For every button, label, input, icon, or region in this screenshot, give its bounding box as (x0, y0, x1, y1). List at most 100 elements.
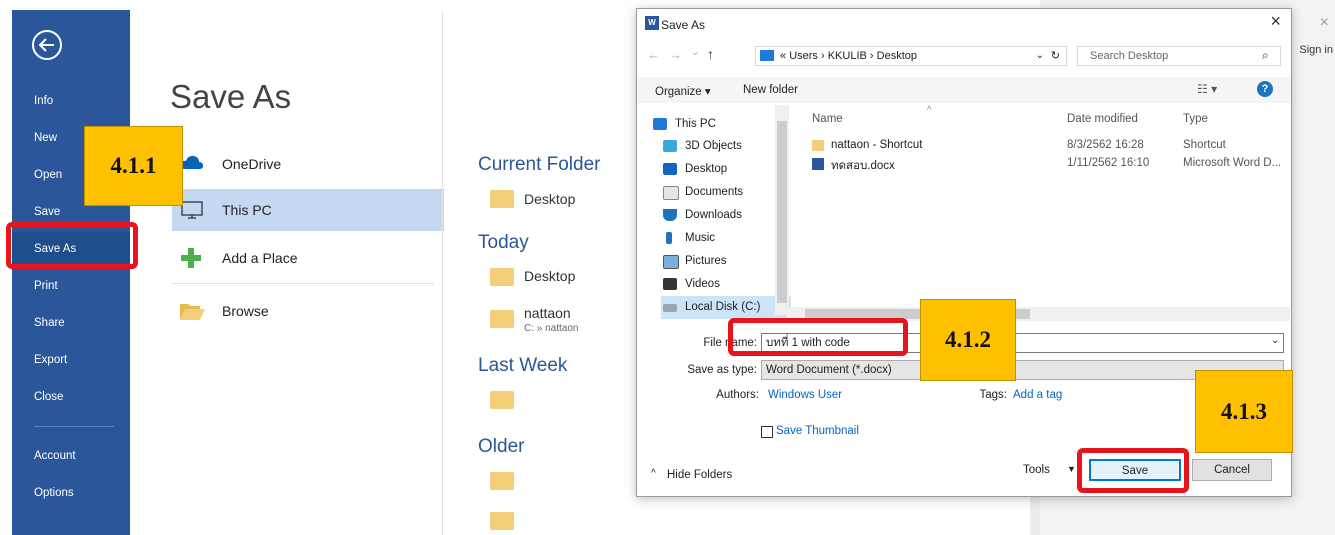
nav-export[interactable]: Export (12, 343, 130, 377)
address-kkulib[interactable]: KKULIB (828, 50, 867, 62)
document-icon (663, 186, 679, 200)
highlight-save-as (6, 222, 138, 269)
folder-today-desktop[interactable]: Desktop (524, 268, 575, 284)
tree-local-disk[interactable]: Local Disk (C:) (661, 296, 791, 319)
sign-in-link[interactable]: Sign in (1299, 44, 1333, 56)
tree-videos[interactable]: Videos (661, 273, 791, 296)
folder-icon[interactable] (490, 391, 514, 409)
location-separator (172, 283, 434, 284)
window-close-button[interactable]: × (1320, 14, 1329, 32)
tree-scroll-thumb[interactable] (777, 121, 787, 303)
location-label: This PC (222, 202, 272, 218)
save-thumbnail-checkbox[interactable] (761, 426, 773, 438)
section-older: Older (478, 436, 525, 457)
nav-share[interactable]: Share (12, 306, 130, 340)
cube-icon (663, 140, 677, 152)
tags-input[interactable]: Add a tag (1013, 389, 1062, 401)
organize-button[interactable]: Organize ▾ (655, 84, 711, 98)
save-as-dialog: W Save As × ← → ⌄ ↑ « Users › KKULIB › D… (636, 8, 1292, 497)
chevron-down-icon[interactable]: ⌄ (1036, 47, 1044, 65)
tree-downloads[interactable]: Downloads (661, 204, 791, 227)
tree-label: This PC (675, 118, 716, 130)
tree-label: Downloads (685, 209, 742, 221)
help-icon[interactable]: ? (1257, 81, 1273, 97)
drive-icon (663, 304, 677, 312)
highlight-save-button (1077, 448, 1189, 493)
shortcut-icon (812, 140, 824, 151)
nav-info[interactable]: Info (12, 84, 130, 118)
tags-label: Tags: (979, 389, 1008, 401)
open-folder-icon (180, 304, 205, 320)
new-folder-button[interactable]: New folder (743, 84, 798, 96)
section-current-folder: Current Folder (478, 154, 601, 175)
address-bar[interactable]: « Users › KKULIB › Desktop ⌄ ↻ (755, 46, 1067, 66)
tree-label: Pictures (685, 255, 727, 267)
tree-this-pc[interactable]: This PC (651, 113, 781, 136)
step-label-1: 4.1.1 (84, 126, 183, 206)
tree-desktop[interactable]: Desktop (661, 158, 791, 181)
address-sep: › (820, 50, 825, 62)
word-icon: W (645, 16, 659, 30)
nav-options[interactable]: Options (12, 476, 130, 510)
tree-pictures[interactable]: Pictures (661, 250, 791, 273)
nav-print[interactable]: Print (12, 269, 130, 303)
section-today: Today (478, 232, 529, 253)
tree-documents[interactable]: Documents (661, 181, 791, 204)
column-date-modified[interactable]: Date modified (1067, 113, 1138, 125)
folder-icon[interactable] (490, 512, 514, 530)
folder-icon[interactable] (490, 472, 514, 490)
file-name[interactable]: ทดสอบ.docx (831, 157, 895, 175)
location-onedrive[interactable]: OneDrive (172, 143, 444, 185)
backstage-sidebar: Info New Open Save Save As Print Share E… (12, 10, 130, 535)
column-type[interactable]: Type (1183, 113, 1208, 125)
folder-current-desktop[interactable]: Desktop (524, 191, 575, 207)
tree-label: 3D Objects (685, 140, 742, 152)
tree-label: Music (685, 232, 716, 244)
pc-icon (760, 50, 774, 61)
search-input[interactable]: Search Desktop (1077, 46, 1281, 66)
video-icon (663, 278, 677, 290)
chevron-down-icon[interactable]: ⌄ (1271, 335, 1279, 346)
file-date: 1/11/2562 16:10 (1067, 157, 1150, 169)
nav-account[interactable]: Account (12, 439, 130, 473)
folder-tree: This PC 3D Objects Desktop Documents Dow… (647, 105, 791, 319)
tree-music[interactable]: Music (661, 227, 791, 250)
location-add-place[interactable]: Add a Place (172, 237, 444, 279)
folder-today-nattaon[interactable]: nattaon (524, 305, 571, 321)
tree-3d-objects[interactable]: 3D Objects (661, 135, 791, 158)
tree-label: Desktop (685, 163, 728, 175)
column-name[interactable]: Name (812, 113, 843, 125)
authors-value[interactable]: Windows User (768, 389, 842, 401)
recent-dropdown-icon[interactable]: ⌄ (691, 47, 699, 58)
view-options-icon[interactable]: ☷ ▾ (1197, 82, 1217, 96)
forward-arrow-icon[interactable]: → (669, 47, 682, 62)
step-label-2: 4.1.2 (920, 299, 1016, 381)
chevron-up-icon: ^ (651, 468, 656, 479)
file-type: Shortcut (1183, 139, 1226, 151)
download-icon (663, 209, 677, 221)
location-browse[interactable]: Browse (172, 290, 444, 332)
cancel-button[interactable]: Cancel (1192, 459, 1272, 481)
refresh-icon[interactable]: ↻ (1051, 47, 1060, 65)
sort-up-icon: ^ (927, 105, 932, 116)
back-arrow-icon[interactable]: ← (647, 47, 660, 62)
save-type-label: Save as type: (687, 364, 757, 376)
back-arrow-icon (38, 38, 54, 52)
hide-folders-button[interactable]: Hide Folders (667, 469, 732, 481)
picture-icon (663, 255, 679, 269)
plus-icon (181, 248, 201, 268)
file-name[interactable]: nattaon - Shortcut (831, 139, 922, 151)
dialog-close-button[interactable]: × (1270, 11, 1281, 32)
location-this-pc[interactable]: This PC (172, 189, 444, 231)
tools-button[interactable]: Tools (1023, 464, 1050, 476)
address-users[interactable]: Users (789, 50, 818, 62)
search-icon: ⌕ (1262, 48, 1269, 62)
address-desktop[interactable]: Desktop (877, 50, 917, 62)
sidebar-separator (34, 426, 114, 427)
address-sep: › (869, 50, 874, 62)
up-arrow-icon[interactable]: ↑ (707, 46, 714, 62)
nav-close[interactable]: Close (12, 380, 130, 414)
back-button[interactable] (32, 30, 62, 60)
highlight-file-name (728, 318, 908, 356)
address-sep: « (780, 50, 787, 62)
